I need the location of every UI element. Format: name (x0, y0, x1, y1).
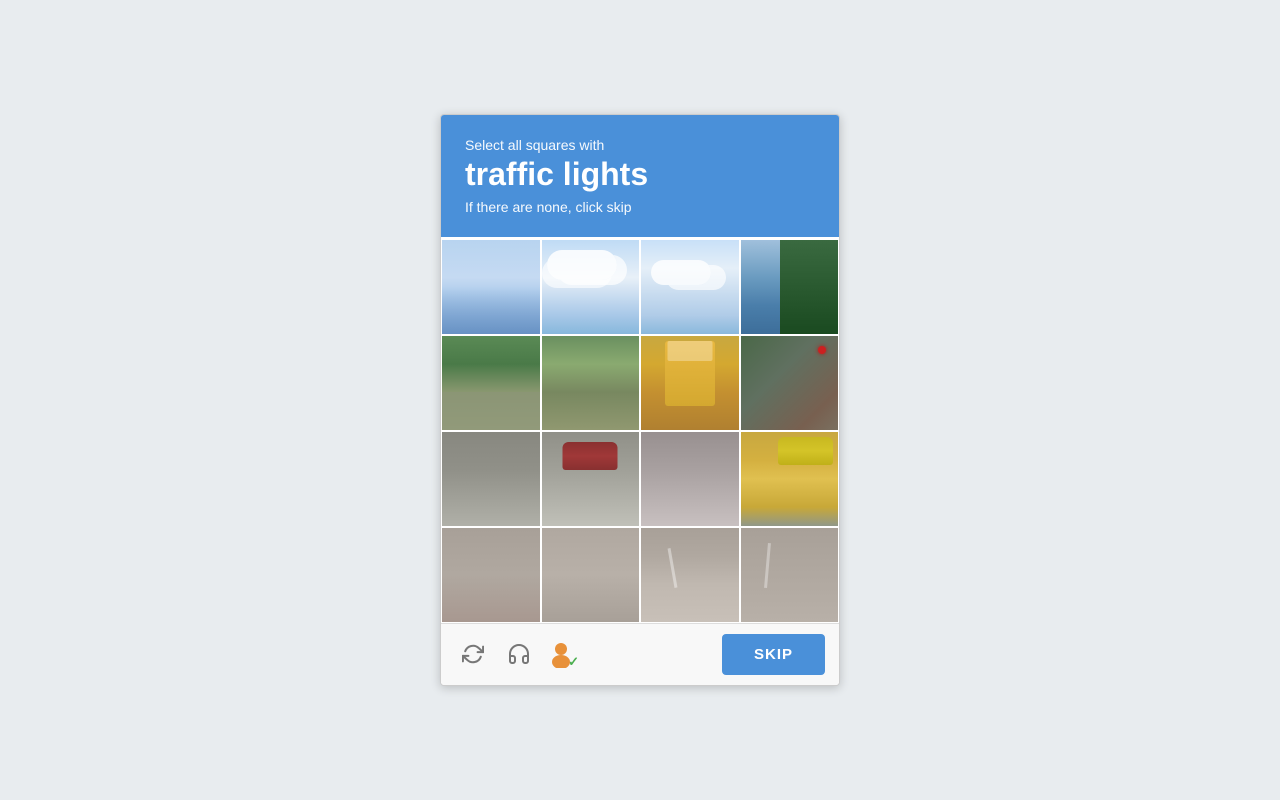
footer-icons: ✓ (455, 636, 714, 672)
refresh-icon (462, 643, 484, 665)
header-subtitle: Select all squares with (465, 137, 815, 153)
captcha-widget: Select all squares with traffic lights I… (440, 114, 840, 685)
grid-cell-r2c2[interactable] (640, 431, 740, 527)
user-verified-button[interactable]: ✓ (547, 640, 575, 668)
grid-cell-r2c3[interactable] (740, 431, 840, 527)
skip-button[interactable]: SKIP (722, 634, 825, 675)
grid-cell-r1c3[interactable] (740, 335, 840, 431)
refresh-button[interactable] (455, 636, 491, 672)
grid-cell-r1c1[interactable] (541, 335, 641, 431)
grid-cell-r3c1[interactable] (541, 527, 641, 623)
audio-challenge-button[interactable] (501, 636, 537, 672)
grid-cell-r2c1[interactable] (541, 431, 641, 527)
grid-cell-r1c2[interactable] (640, 335, 740, 431)
grid-cell-r0c1[interactable] (541, 239, 641, 335)
image-grid (441, 237, 839, 623)
grid-cell-r0c2[interactable] (640, 239, 740, 335)
grid-cell-r0c3[interactable] (740, 239, 840, 335)
grid-cell-r0c0[interactable] (441, 239, 541, 335)
header-main-title: traffic lights (465, 157, 815, 192)
grid-cell-r3c3[interactable] (740, 527, 840, 623)
grid-cell-r3c0[interactable] (441, 527, 541, 623)
captcha-header: Select all squares with traffic lights I… (441, 115, 839, 236)
verified-checkmark-icon: ✓ (568, 654, 579, 670)
grid-cell-r2c0[interactable] (441, 431, 541, 527)
header-hint: If there are none, click skip (465, 199, 815, 215)
grid-cell-r1c0[interactable] (441, 335, 541, 431)
captcha-footer: ✓ SKIP (441, 623, 839, 685)
headset-icon (507, 642, 531, 666)
grid-cell-r3c2[interactable] (640, 527, 740, 623)
